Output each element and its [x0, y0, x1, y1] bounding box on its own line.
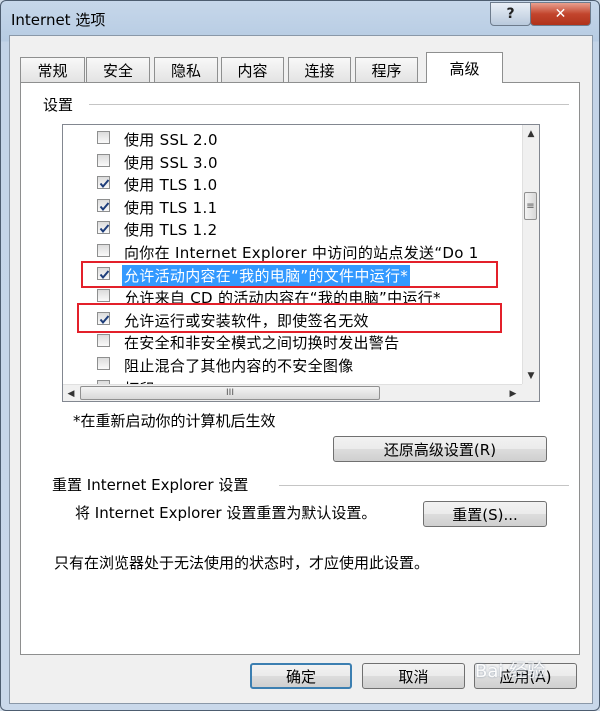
- settings-list-item-label: 使用 SSL 3.0: [124, 153, 218, 172]
- settings-list-item[interactable]: 在安全和非安全模式之间切换时发出警告: [63, 331, 523, 353]
- settings-list-item[interactable]: 向你在 Internet Explorer 中访问的站点发送“Do 1: [63, 241, 523, 263]
- checkbox-checked-icon[interactable]: [97, 221, 110, 235]
- vertical-scrollbar[interactable]: ▲ ≡ ▼: [522, 125, 539, 384]
- window-title: Internet 选项: [11, 11, 106, 29]
- cancel-button[interactable]: 取消: [362, 663, 465, 689]
- settings-list-item-label: 向你在 Internet Explorer 中访问的站点发送“Do 1: [124, 244, 479, 262]
- restart-note: *在重新启动你的计算机后生效: [73, 412, 276, 430]
- settings-group-label: 设置: [43, 96, 74, 114]
- tab-connections[interactable]: 连接: [288, 57, 351, 82]
- settings-list-item[interactable]: 使用 SSL 2.0: [63, 128, 523, 150]
- internet-options-dialog: Internet 选项 ? ✕ 常规 安全 隐私 内容 连接 程序 高级 设置 …: [0, 0, 600, 711]
- checkbox-unchecked-icon[interactable]: [97, 131, 110, 144]
- restore-advanced-settings-button[interactable]: 还原高级设置(R): [333, 436, 547, 462]
- settings-list-item-label: 在安全和非安全模式之间切换时发出警告: [124, 334, 400, 353]
- watermark-logo: Bai 经验: [475, 661, 546, 682]
- checkbox-unchecked-icon[interactable]: [97, 334, 110, 348]
- settings-list-item-label: 使用 TLS 1.1: [124, 198, 218, 217]
- settings-list-item[interactable]: 允许运行或安装软件，即使签名无效: [63, 309, 523, 331]
- tab-strip: 常规 安全 隐私 内容 连接 程序 高级: [20, 52, 580, 83]
- scroll-thumb[interactable]: ≡: [524, 192, 537, 220]
- close-button[interactable]: ✕: [530, 2, 591, 26]
- checkbox-unchecked-icon[interactable]: [97, 289, 110, 303]
- dialog-body: 常规 安全 隐私 内容 连接 程序 高级 设置 使用 SSL 2.0 使用 SSL…: [9, 35, 593, 704]
- settings-list-item[interactable]: 允许来自 CD 的活动内容在“我的电脑”中运行*: [63, 286, 523, 308]
- checkbox-checked-icon[interactable]: [97, 311, 110, 325]
- reset-button[interactable]: 重置(S)...: [423, 501, 547, 527]
- settings-list-item-label: 使用 SSL 2.0: [124, 131, 218, 149]
- horizontal-scroll-thumb[interactable]: III: [80, 386, 380, 400]
- settings-list-item[interactable]: 使用 TLS 1.0: [63, 173, 523, 195]
- scroll-right-icon[interactable]: ▶: [505, 385, 521, 401]
- tab-security[interactable]: 安全: [86, 57, 150, 82]
- reset-warning: 只有在浏览器处于无法使用的状态时，才应使用此设置。: [54, 554, 430, 572]
- tab-privacy[interactable]: 隐私: [154, 57, 218, 82]
- tab-advanced[interactable]: 高级: [426, 52, 503, 83]
- checkbox-checked-icon[interactable]: [97, 198, 110, 212]
- scroll-down-icon[interactable]: ▼: [523, 367, 539, 384]
- tab-programs[interactable]: 程序: [355, 57, 418, 82]
- title-bar[interactable]: Internet 选项 ? ✕: [1, 1, 599, 35]
- settings-list-item[interactable]: 允许活动内容在“我的电脑”的文件中运行*: [63, 264, 523, 286]
- checkbox-unchecked-icon[interactable]: [97, 153, 110, 167]
- horizontal-scrollbar[interactable]: ◀ III ▶: [63, 384, 522, 401]
- scrollbar-corner: [522, 384, 539, 401]
- settings-list-item-label: 使用 TLS 1.0: [124, 176, 218, 195]
- checkbox-checked-icon[interactable]: [97, 266, 110, 280]
- settings-list-item[interactable]: 使用 TLS 1.2: [63, 218, 523, 240]
- scroll-up-icon[interactable]: ▲: [523, 125, 539, 142]
- settings-list-item[interactable]: 使用 TLS 1.1: [63, 196, 523, 218]
- settings-list-item-label: 使用 TLS 1.2: [124, 221, 218, 240]
- settings-list-item-label: 允许来自 CD 的活动内容在“我的电脑”中运行*: [124, 289, 441, 308]
- advanced-tab-panel: 设置 使用 SSL 2.0 使用 SSL 3.0 使用 TLS 1.0 使用 TLS …: [20, 82, 580, 655]
- settings-list-item-label: 允许运行或安装软件，即使签名无效: [124, 311, 369, 330]
- settings-group-divider: [89, 104, 569, 105]
- reset-description: 将 Internet Explorer 设置重置为默认设置。: [75, 504, 377, 522]
- settings-list[interactable]: 使用 SSL 2.0 使用 SSL 3.0 使用 TLS 1.0 使用 TLS 1.1…: [62, 124, 540, 402]
- checkbox-checked-icon[interactable]: [97, 176, 110, 190]
- checkbox-unchecked-icon[interactable]: [97, 357, 110, 370]
- settings-list-item-label: 允许活动内容在“我的电脑”的文件中运行*: [122, 264, 411, 286]
- reset-group-divider: [279, 485, 569, 486]
- scroll-left-icon[interactable]: ◀: [63, 385, 79, 401]
- tab-general[interactable]: 常规: [20, 57, 85, 82]
- help-button[interactable]: ?: [490, 2, 531, 26]
- settings-list-item[interactable]: 使用 SSL 3.0: [63, 151, 523, 173]
- reset-group-label: 重置 Internet Explorer 设置: [52, 476, 249, 494]
- settings-list-item[interactable]: 阻止混合了其他内容的不安全图像: [63, 354, 523, 376]
- tab-content[interactable]: 内容: [221, 57, 284, 82]
- ok-button[interactable]: 确定: [250, 663, 352, 689]
- settings-list-item-label: 阻止混合了其他内容的不安全图像: [124, 357, 354, 375]
- checkbox-unchecked-icon[interactable]: [97, 244, 110, 257]
